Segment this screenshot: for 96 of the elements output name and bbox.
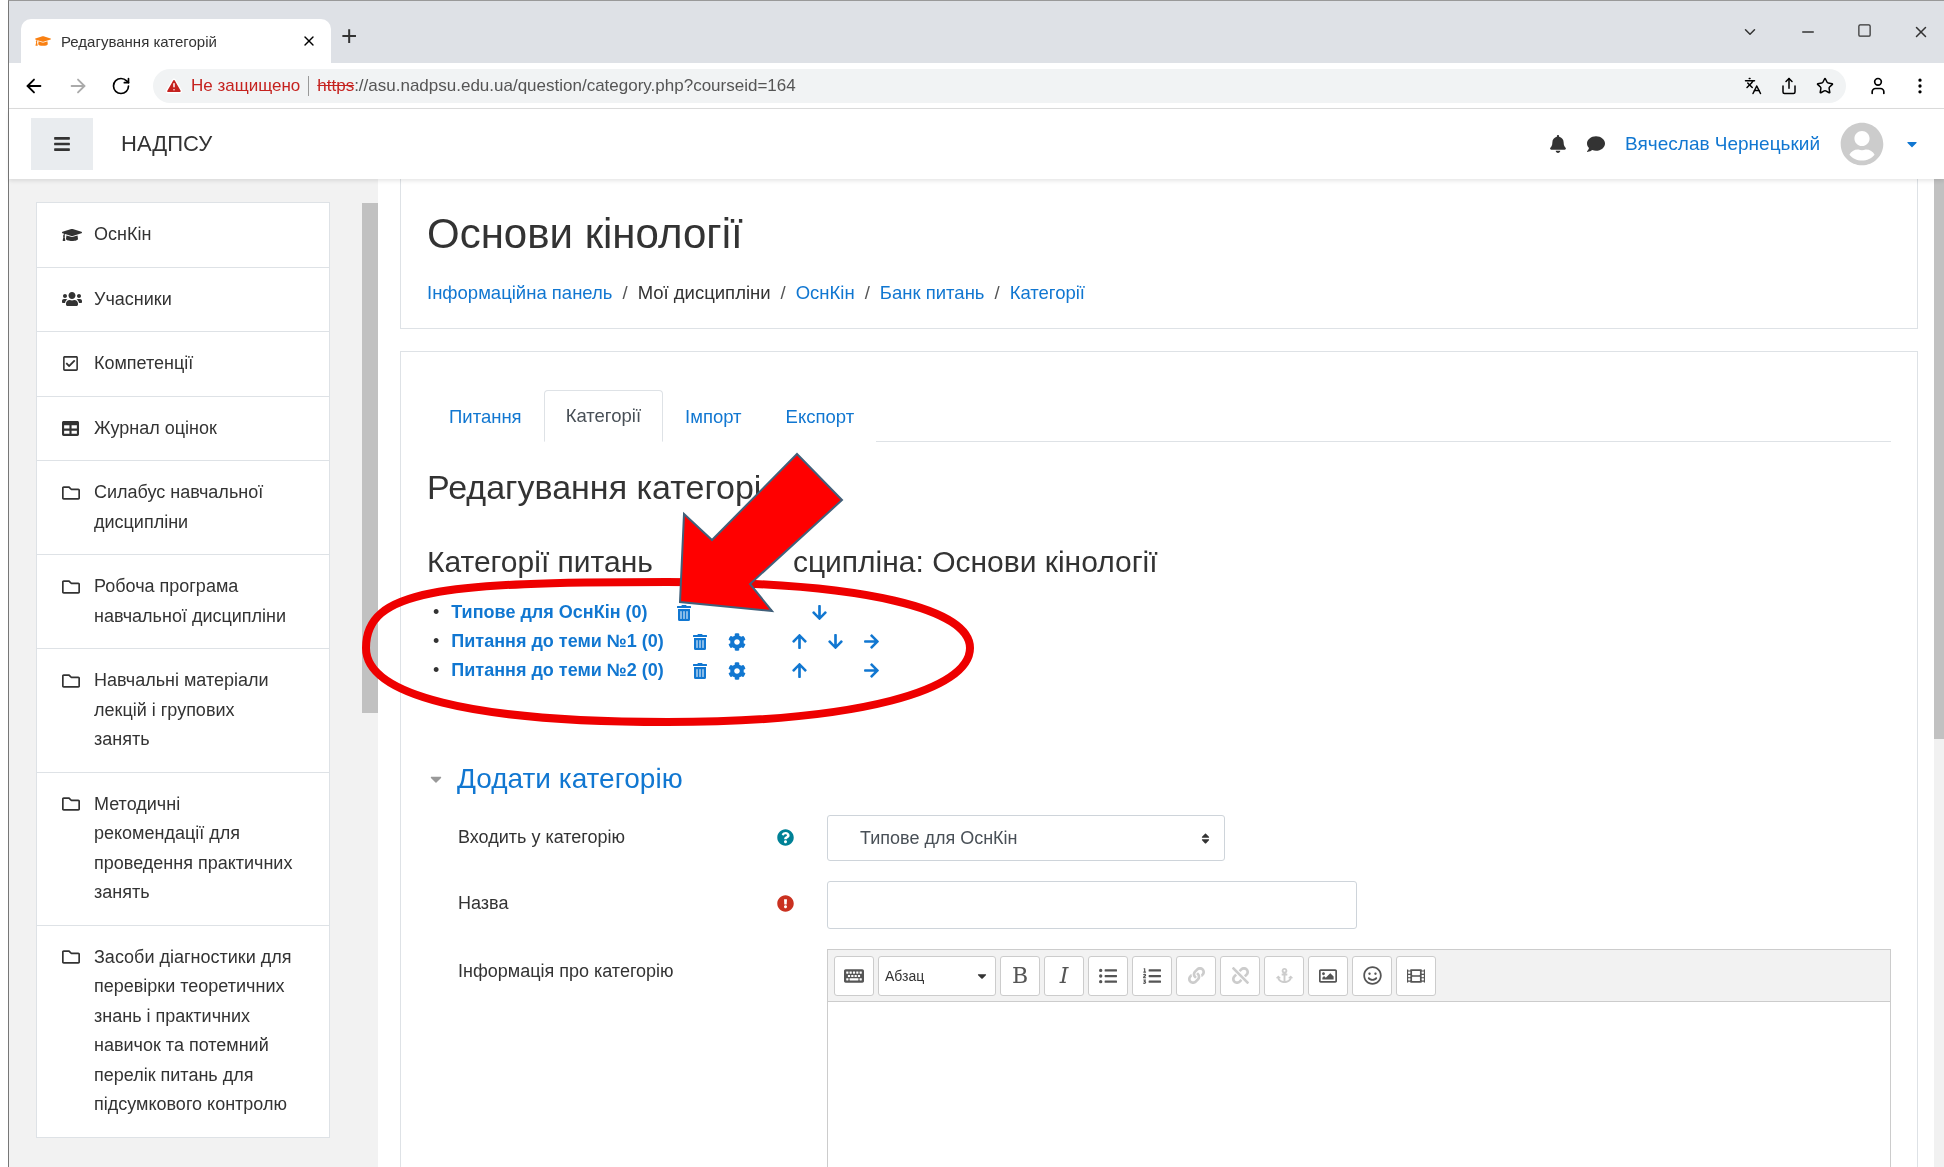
sidebar-item[interactable]: Методичні рекомендації для проведення практичних занять bbox=[36, 771, 330, 926]
star-icon[interactable] bbox=[1816, 76, 1834, 95]
profile-icon[interactable] bbox=[1868, 75, 1888, 96]
breadcrumb-separator: / bbox=[994, 282, 1000, 304]
settings-icon[interactable] bbox=[727, 661, 746, 680]
smiley-icon bbox=[1362, 966, 1382, 985]
share-icon[interactable] bbox=[1780, 76, 1798, 95]
bullet-list-icon bbox=[1099, 966, 1117, 985]
section-heading: Категорії питань bbox=[427, 545, 653, 579]
sidebar-item[interactable]: Робоча програма навчальної дисципліни bbox=[36, 554, 330, 649]
italic-button[interactable]: I bbox=[1044, 955, 1084, 996]
list-bullet: • bbox=[433, 659, 440, 682]
site-name: НАДПСУ bbox=[121, 131, 213, 157]
reload-icon[interactable] bbox=[111, 75, 131, 96]
keyboard-button[interactable] bbox=[834, 955, 874, 996]
page-heading: Редагування категорі bbox=[427, 468, 763, 507]
text-editor[interactable]: Абзац B I bbox=[827, 949, 1891, 1167]
url-scheme: https bbox=[317, 75, 355, 95]
security-warning: Не защищено bbox=[191, 75, 301, 96]
users-icon bbox=[62, 289, 82, 309]
category-link[interactable]: Питання до теми №2 (0) bbox=[451, 656, 664, 685]
trash-icon[interactable] bbox=[675, 604, 692, 621]
numbered-list-icon bbox=[1143, 966, 1161, 985]
category-link[interactable]: Питання до теми №1 (0) bbox=[451, 627, 664, 656]
broken-link-icon bbox=[1231, 967, 1249, 984]
bold-button[interactable]: B bbox=[1000, 955, 1040, 996]
sidebar-item[interactable]: ОснКін bbox=[36, 202, 330, 268]
category-select[interactable]: Типове для ОснКін bbox=[827, 815, 1225, 861]
arrow-up-icon[interactable] bbox=[790, 633, 808, 650]
breadcrumb-separator: / bbox=[622, 282, 628, 304]
paragraph-format-select[interactable]: Абзац bbox=[878, 955, 996, 996]
bullet-list-button[interactable] bbox=[1088, 955, 1128, 996]
settings-icon[interactable] bbox=[727, 632, 746, 651]
folder-icon bbox=[62, 795, 80, 813]
tab[interactable]: Категорії bbox=[543, 390, 664, 442]
sidebar-item[interactable]: Журнал оцінок bbox=[36, 395, 330, 461]
translate-icon[interactable] bbox=[1744, 76, 1762, 95]
sidebar-item[interactable]: Засоби діагностики для перевірки теоретичних знань і практичних навичок та потемний перелік питань для підсумкового контролю bbox=[36, 924, 330, 1138]
tab-title: Редагування категорій bbox=[61, 32, 218, 50]
section-toggle-link[interactable]: Додати категорію bbox=[457, 763, 683, 795]
numbered-list-button[interactable] bbox=[1132, 955, 1172, 996]
folder-icon bbox=[62, 671, 80, 690]
course-title: Основи кінології bbox=[427, 210, 744, 258]
required-icon bbox=[777, 895, 794, 912]
warning-icon bbox=[165, 76, 183, 95]
image-icon bbox=[1319, 966, 1337, 985]
breadcrumb-link[interactable]: ОснКін bbox=[795, 282, 855, 304]
breadcrumb-text: Мої дисципліни bbox=[637, 282, 771, 304]
site-favicon-icon bbox=[35, 33, 51, 49]
field-label: Назва bbox=[457, 892, 510, 914]
help-icon[interactable] bbox=[777, 829, 794, 846]
breadcrumb-link[interactable]: Інформаційна панель bbox=[427, 282, 613, 304]
media-button[interactable] bbox=[1396, 955, 1436, 996]
sidebar-item[interactable]: Компетенції bbox=[36, 331, 330, 397]
menu-button[interactable] bbox=[31, 118, 93, 170]
arrow-up-icon[interactable] bbox=[790, 662, 808, 679]
folder-icon bbox=[62, 483, 80, 502]
sort-arrows-icon bbox=[1199, 831, 1212, 845]
address-field[interactable]: Не защищено https://asu.nadpsu.edu.ua/question/category.php?courseid=164 bbox=[153, 68, 1846, 103]
checkbox-icon bbox=[62, 355, 79, 372]
link-icon bbox=[1187, 967, 1205, 984]
arrow-down-icon[interactable] bbox=[810, 604, 828, 621]
list-bullet: • bbox=[433, 601, 440, 624]
field-label: Входить у категорію bbox=[457, 826, 627, 848]
arrow-down-icon[interactable] bbox=[826, 633, 844, 650]
sidebar-item[interactable]: Учасники bbox=[36, 266, 330, 332]
folder-icon bbox=[62, 948, 80, 966]
breadcrumb-link[interactable]: Категорії bbox=[1009, 282, 1085, 304]
breadcrumb-separator: / bbox=[780, 282, 786, 304]
table-icon bbox=[62, 419, 79, 437]
new-tab-button[interactable]: + bbox=[341, 20, 358, 52]
trash-icon[interactable] bbox=[691, 662, 708, 679]
list-bullet: • bbox=[433, 630, 440, 653]
messages-icon[interactable] bbox=[1587, 135, 1606, 153]
image-button[interactable] bbox=[1308, 955, 1348, 996]
name-input-field[interactable] bbox=[827, 881, 1357, 929]
field-label: Інформація про категорію bbox=[457, 960, 675, 982]
sidebar-item[interactable]: Навчальні матеріали лекцій і групових занять bbox=[36, 648, 330, 773]
trash-icon[interactable] bbox=[691, 633, 708, 650]
arrow-right-icon[interactable] bbox=[862, 662, 880, 679]
category-link[interactable]: Типове для ОснКін (0) bbox=[451, 598, 648, 627]
breadcrumb-link[interactable]: Банк питань bbox=[879, 282, 985, 304]
folder-icon bbox=[62, 577, 80, 596]
browser-tab[interactable]: Редагування категорій bbox=[21, 19, 331, 63]
anchor-icon bbox=[1275, 967, 1293, 984]
film-icon bbox=[1407, 966, 1425, 985]
breadcrumb-separator: / bbox=[864, 282, 870, 304]
notifications-icon[interactable] bbox=[1549, 135, 1568, 153]
sidebar-item[interactable]: Силабус навчальної дисципліни bbox=[36, 460, 330, 555]
maximize-icon[interactable] bbox=[1857, 23, 1872, 38]
user-name-link[interactable]: Вячеслав Чернецький bbox=[1625, 133, 1820, 155]
emoji-button[interactable] bbox=[1352, 955, 1392, 996]
section-heading: сципліна: Основи кінології bbox=[792, 545, 1158, 579]
arrow-right-icon[interactable] bbox=[862, 633, 880, 650]
menu-icon bbox=[53, 135, 71, 153]
url-text: ://asu.nadpsu.edu.ua/question/category.php?courseid=164 bbox=[354, 75, 796, 95]
